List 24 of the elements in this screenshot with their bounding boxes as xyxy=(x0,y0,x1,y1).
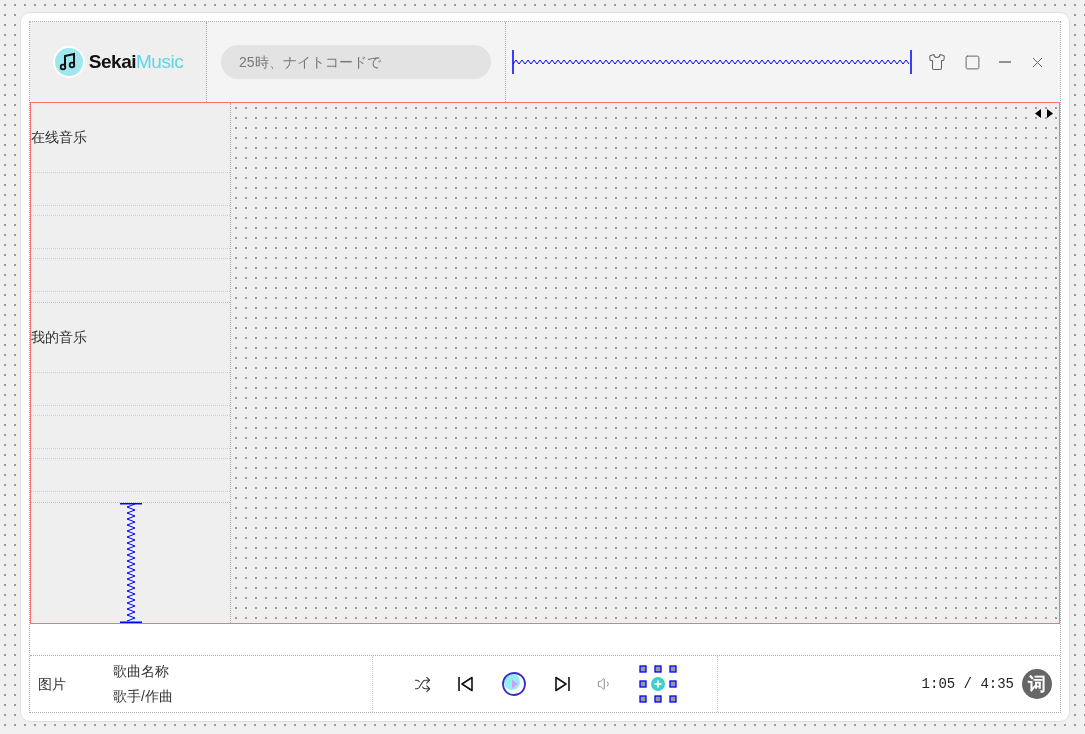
cover-label: 图片 xyxy=(38,674,66,694)
skin-button[interactable] xyxy=(926,51,948,73)
lyrics-button[interactable]: 词 xyxy=(1022,669,1052,699)
square-icon xyxy=(964,53,981,71)
shuffle-button[interactable] xyxy=(413,675,431,693)
shirt-icon xyxy=(928,53,946,71)
play-button[interactable] xyxy=(500,671,527,697)
scroll-left-button[interactable] xyxy=(1035,109,1041,118)
next-button[interactable] xyxy=(552,675,571,693)
minimize-icon xyxy=(999,61,1011,63)
sidebar-section-title: 在线音乐 xyxy=(31,128,87,147)
scroll-right-button[interactable] xyxy=(1047,109,1053,118)
brand-name-accent: Music xyxy=(136,50,184,72)
music-note-icon xyxy=(52,46,85,78)
shuffle-icon xyxy=(413,675,431,693)
search-field[interactable]: 25時、ナイトコードで xyxy=(221,45,491,79)
brand-name: Sekai xyxy=(88,50,136,72)
song-title: 歌曲名称 xyxy=(113,662,170,681)
previous-button[interactable] xyxy=(456,675,475,693)
sidebar-section-title: 我的音乐 xyxy=(31,328,87,347)
add-button[interactable] xyxy=(638,665,677,703)
minimize-button[interactable] xyxy=(997,59,1013,65)
playback-time: 1:05 / 4:35 xyxy=(921,674,1014,694)
artist-name: 歌手/作曲 xyxy=(113,687,173,706)
